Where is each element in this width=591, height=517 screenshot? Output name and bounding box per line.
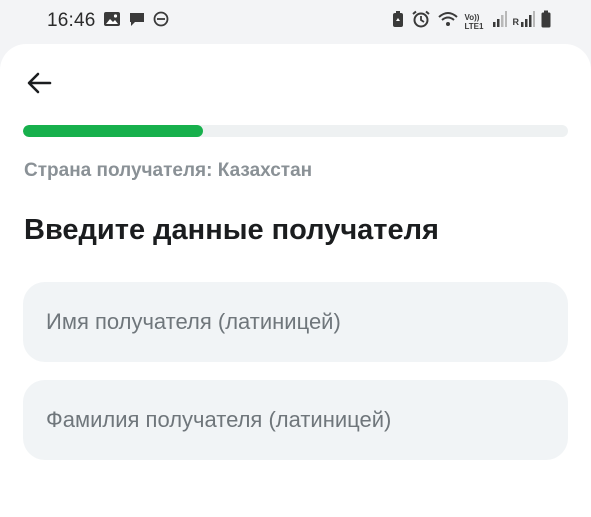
do-not-disturb-icon — [153, 11, 169, 32]
sim-label: R — [512, 16, 520, 27]
first-name-input[interactable] — [46, 309, 568, 335]
arrow-left-icon — [25, 69, 53, 102]
status-left: 16:46 — [47, 10, 169, 32]
status-bar: 16:46 Vo)) LTE1 R — [0, 0, 591, 44]
signal-icon — [521, 11, 535, 32]
alarm-icon — [411, 10, 431, 33]
network-label: Vo)) LTE1 — [464, 12, 484, 31]
recipient-form-screen: Страна получателя: Казахстан Введите дан… — [0, 44, 591, 517]
last-name-field[interactable] — [23, 380, 568, 460]
battery-icon — [541, 10, 551, 33]
wifi-icon — [437, 10, 459, 33]
recipient-country: Страна получателя: Казахстан — [24, 160, 313, 181]
last-name-input[interactable] — [46, 407, 568, 433]
status-right: Vo)) LTE1 R — [391, 10, 552, 33]
gallery-icon — [103, 11, 121, 32]
page-title: Введите данные получателя — [24, 214, 439, 246]
battery-saver-icon — [391, 10, 405, 33]
progress-fill — [23, 125, 203, 137]
status-time: 16:46 — [47, 10, 96, 31]
progress-bar — [23, 125, 568, 137]
back-button[interactable] — [22, 68, 56, 102]
signal-icon — [492, 11, 507, 32]
chat-icon — [128, 11, 146, 32]
first-name-field[interactable] — [23, 282, 568, 362]
